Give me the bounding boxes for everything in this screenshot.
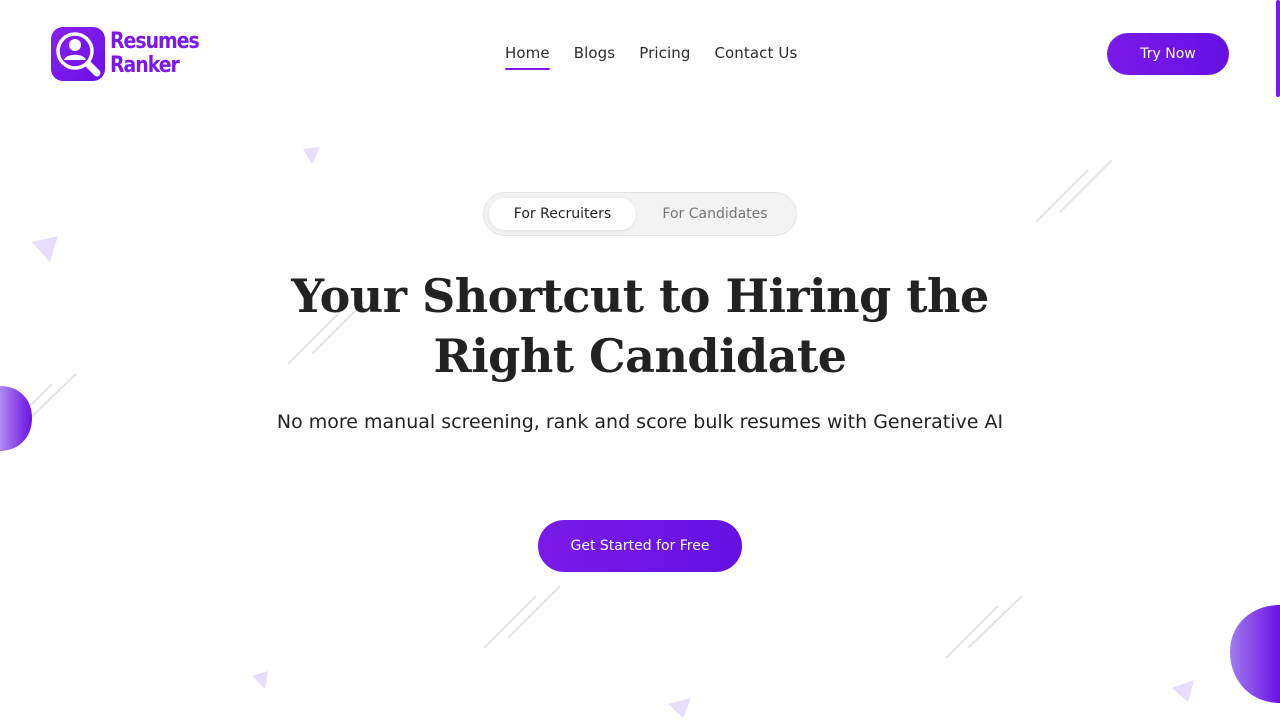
toggle-for-recruiters[interactable]: For Recruiters [489, 198, 636, 230]
brand-line-2: Ranker [110, 53, 180, 78]
try-now-button[interactable]: Try Now [1107, 33, 1229, 75]
decor-triangle [32, 236, 58, 262]
get-started-button[interactable]: Get Started for Free [538, 520, 742, 572]
toggle-for-candidates[interactable]: For Candidates [639, 198, 791, 230]
main-nav: Home Blogs Pricing Contact Us [505, 44, 797, 70]
nav-blogs[interactable]: Blogs [574, 44, 615, 70]
hero-title: Your Shortcut to Hiring the Right Candid… [240, 266, 1040, 386]
hero-subtitle: No more manual screening, rank and score… [276, 411, 1004, 433]
nav-home[interactable]: Home [505, 44, 550, 70]
hero-title-line-1: Your Shortcut to Hiring the [291, 269, 989, 323]
brand-line-1: Resumes [110, 29, 200, 54]
nav-contact-us[interactable]: Contact Us [714, 44, 797, 70]
scrollbar-thumb[interactable] [1276, 0, 1280, 97]
decor-blob-left [0, 386, 32, 451]
decor-triangle [668, 698, 691, 718]
decor-blob-right [1230, 605, 1280, 703]
decor-triangle [1172, 680, 1194, 702]
audience-toggle: For Recruiters For Candidates [483, 192, 797, 236]
brand-logo[interactable]: Resumes Ranker [51, 27, 213, 81]
decor-triangle [252, 671, 268, 689]
decor-triangle [303, 147, 320, 164]
nav-pricing[interactable]: Pricing [639, 44, 690, 70]
hero-title-line-2: Right Candidate [433, 329, 847, 383]
site-header: Resumes Ranker Home Blogs Pricing Contac… [0, 0, 1280, 108]
brand-name: Resumes Ranker [110, 30, 213, 78]
user-search-icon [51, 27, 105, 81]
